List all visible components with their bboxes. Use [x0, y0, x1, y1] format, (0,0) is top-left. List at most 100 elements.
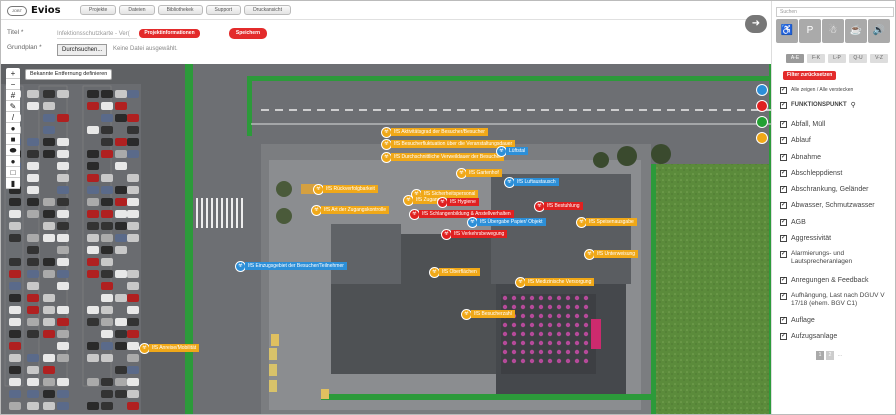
reset-filter-button[interactable]: Filter zurücksetzen	[783, 71, 837, 80]
category-filter[interactable]: ✓ Abschrankung, Geländer	[780, 185, 895, 194]
checkbox[interactable]: ✓	[780, 317, 787, 324]
category-label: Aufzugsanlage	[791, 333, 838, 340]
category-filter[interactable]: ✓ Abschleppdienst	[780, 169, 895, 178]
category-filter[interactable]: ✓ Ablauf	[780, 136, 895, 145]
map-marker[interactable]: ☣ IfS Luftaustausch	[504, 176, 559, 188]
filter-sidebar: Suchen ♿ P ☃ ☕ 🔊 A-E F-K L-P Q-U V-Z Fil…	[771, 1, 895, 414]
nav-support[interactable]: Support	[205, 5, 242, 15]
checkbox[interactable]: ✓	[780, 87, 787, 94]
category-filter[interactable]: ✓ Aufzugsanlage	[780, 332, 895, 341]
category-filter[interactable]: ✓ Abnahme	[780, 153, 895, 162]
checkbox[interactable]: ✓	[780, 137, 787, 144]
nav-dateien[interactable]: Dateien	[119, 5, 155, 15]
color-orange-button[interactable]	[756, 132, 768, 144]
category-label: Abfall, Müll	[791, 121, 826, 128]
color-green-button[interactable]	[756, 116, 768, 128]
marker-label: IfS Gartenhof	[466, 169, 502, 177]
delete-icon[interactable]: ▮	[6, 178, 20, 189]
ellipse-icon[interactable]: ⬬	[6, 145, 20, 156]
marker-label: IfS Art der Zugangskontrolle	[321, 206, 389, 214]
category-filter[interactable]: ✓ Anregungen & Feedback	[780, 276, 895, 285]
checkbox[interactable]: ✓	[780, 333, 787, 340]
grid-icon[interactable]: #	[6, 90, 20, 101]
map-marker[interactable]: ☣ IfS Verkehrsbewegung	[441, 228, 508, 240]
category-label: Aufhängung, Last nach DGUV V 17/18 (ehem…	[791, 292, 885, 307]
checkbox[interactable]: ✓	[780, 293, 787, 300]
pencil-icon[interactable]: ✎	[6, 101, 20, 112]
checkbox[interactable]: ✓	[780, 219, 787, 226]
map-marker[interactable]: ☣ IfS Bestuhlung	[534, 200, 583, 212]
map-marker[interactable]: ☣ IfS Besucherzahl	[461, 308, 515, 320]
map-marker[interactable]: ☣ IfS Einzugsgebiet der Besucher/Teilnehm…	[235, 260, 347, 272]
point-icon[interactable]: ●	[6, 123, 20, 134]
define-distance-button[interactable]: Bekannte Entfernung definieren	[25, 69, 113, 80]
checkbox[interactable]: ✓	[780, 277, 787, 284]
map-marker[interactable]: ☣ IfS Unterweisung	[584, 248, 639, 260]
category-filter[interactable]: ✓ Abwasser, Schmutzwasser	[780, 201, 895, 210]
map-marker[interactable]: ☣ IfS Durchschnittliche Verweildauer der …	[381, 151, 504, 163]
save-button[interactable]: Speichern	[229, 28, 267, 39]
color-red-button[interactable]	[756, 100, 768, 112]
letter-q-u[interactable]: Q-U	[849, 54, 867, 63]
checkbox[interactable]: ✓	[780, 235, 787, 242]
map-marker[interactable]: ☣ IfS Anreise/Mobilität	[139, 342, 200, 354]
marker-label: IfS Übergabe Papier/ Objekt	[477, 218, 546, 226]
category-filter[interactable]: ✓ Alarmierungs- und Lautsprecheranlagen	[780, 250, 895, 266]
arrow-right-icon[interactable]: ➜	[745, 15, 767, 33]
square-icon[interactable]: ■	[6, 134, 20, 145]
nav-bibliothek[interactable]: Bibliothekek	[157, 5, 203, 15]
checkbox[interactable]: ✓	[780, 251, 787, 258]
map-marker[interactable]: ☣ IfS Gartenhof	[456, 167, 502, 179]
title-input[interactable]: Infektionsschutzkarte - Ver(	[57, 29, 137, 39]
checkbox[interactable]: ✓	[780, 202, 787, 209]
project-info-button[interactable]: Projektinformationen	[139, 29, 200, 38]
show-hide-toggle[interactable]: ✓ Alle zeigen / Alle verstecken	[780, 86, 895, 95]
parking-icon[interactable]: P	[799, 19, 821, 43]
category-filter[interactable]: ✓ Abfall, Müll	[780, 120, 895, 129]
coffee-icon[interactable]: ☕	[845, 19, 867, 43]
zoom-out-button[interactable]: −	[6, 79, 20, 90]
page-more[interactable]: ...	[836, 351, 844, 360]
map-marker[interactable]: ☣ IfS Speisenausgabe	[576, 216, 637, 228]
letter-v-z[interactable]: V-Z	[870, 54, 888, 63]
wheelchair-icon[interactable]: ♿	[776, 19, 798, 43]
color-blue-button[interactable]	[756, 84, 768, 96]
search-input[interactable]: Suchen	[776, 7, 894, 17]
checkbox[interactable]: ✓	[780, 186, 787, 193]
map-marker[interactable]: ☣ Lüftstal	[496, 145, 529, 157]
line-icon[interactable]: /	[6, 112, 20, 123]
letter-l-p[interactable]: L-P	[828, 54, 846, 63]
nav-projekte[interactable]: Projekte	[80, 5, 117, 15]
category-label: Alarmierungs- und Lautsprecheranlagen	[791, 250, 853, 265]
checkbox[interactable]: ✓	[780, 170, 787, 177]
map-marker[interactable]: ☣ IfS Aktivitätsgrad der Besucher/Besuche…	[381, 126, 488, 138]
checkbox[interactable]: ✓	[780, 154, 787, 161]
map-marker[interactable]: ☣ IfS Übergabe Papier/ Objekt	[467, 216, 546, 228]
map-marker[interactable]: ☣ IfS Art der Zugangskontrolle	[311, 204, 389, 216]
nav-druckansicht[interactable]: Druckansicht	[244, 5, 291, 15]
logo[interactable]: JOBT Evios	[7, 5, 61, 16]
zoom-in-button[interactable]: +	[6, 68, 20, 79]
category-label: Abschleppdienst	[791, 170, 843, 177]
circle-icon[interactable]: ●	[6, 156, 20, 167]
map-marker[interactable]: ☣ IfS Medizinische Versorgung	[515, 276, 595, 288]
floor-plan-map[interactable]: + − # ✎ / ● ■ ⬬ ● □ ▮ Bekannte Entfernun…	[1, 64, 771, 414]
map-marker[interactable]: ☣ IfS Oberflächen	[429, 266, 480, 278]
letter-a-e[interactable]: A-E	[786, 54, 804, 63]
checkbox[interactable]: ✓	[780, 102, 787, 109]
rectangle-icon[interactable]: □	[6, 167, 20, 178]
page-1[interactable]: 1	[816, 351, 824, 360]
funktionspunkt-filter[interactable]: ✓ FUNKTIONSPUNKT ⚲	[780, 101, 895, 110]
category-filter[interactable]: ✓ Aufhängung, Last nach DGUV V 17/18 (ehe…	[780, 292, 895, 308]
page-2[interactable]: 2	[826, 351, 834, 360]
browse-button[interactable]: Durchsuchen...	[57, 44, 108, 56]
category-filter[interactable]: ✓ AGB	[780, 218, 895, 227]
letter-f-k[interactable]: F-K	[807, 54, 825, 63]
speaker-icon[interactable]: 🔊	[868, 19, 890, 43]
category-filter[interactable]: ✓ Auflage	[780, 316, 895, 325]
map-marker[interactable]: ☣ IfS Rückverfolgbarkeit	[313, 183, 378, 195]
map-marker[interactable]: ☣ IfS Hygiene	[437, 196, 479, 208]
checkbox[interactable]: ✓	[780, 121, 787, 128]
snowman-icon[interactable]: ☃	[822, 19, 844, 43]
category-filter[interactable]: ✓ Aggressivität	[780, 234, 895, 243]
